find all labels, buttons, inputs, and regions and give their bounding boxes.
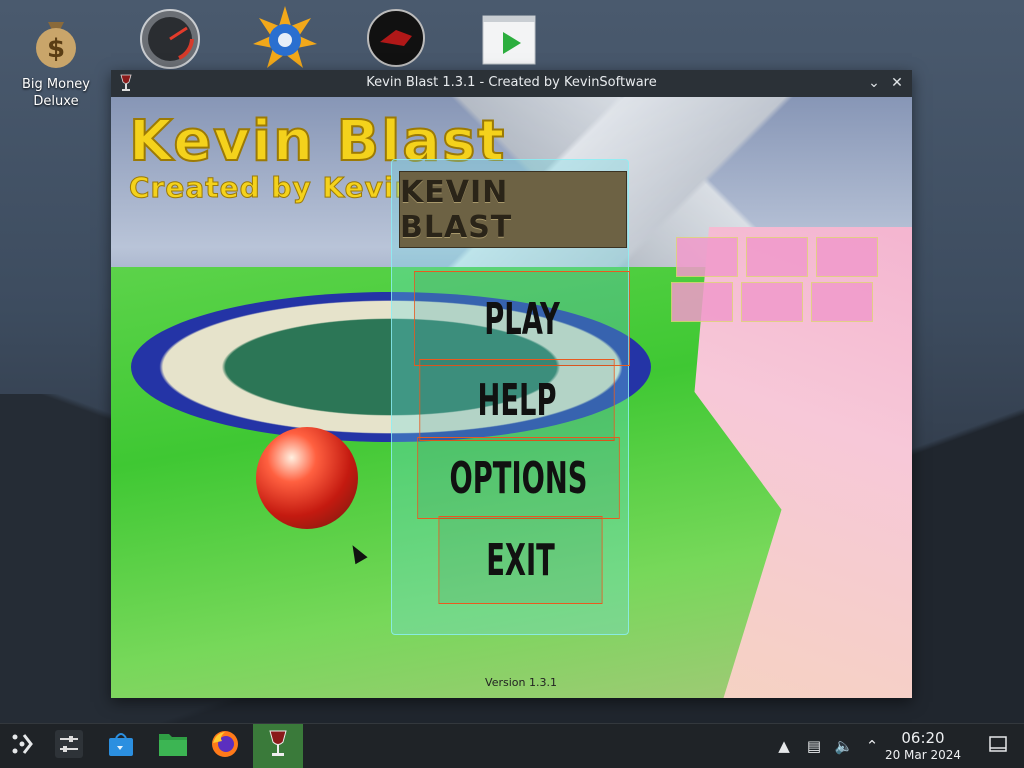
exit-label: EXIT: [486, 534, 555, 586]
desktop-icon-red-vehicle[interactable]: [351, 8, 441, 68]
close-icon: ✕: [891, 75, 903, 91]
clipboard-tray-button[interactable]: ▤: [804, 736, 824, 756]
taskbar-kevin-blast[interactable]: [253, 724, 303, 768]
volume-tray-button[interactable]: 🔈: [834, 736, 854, 756]
menu-title-banner: KEVIN BLAST: [399, 171, 627, 248]
file-manager-icon: [158, 730, 188, 762]
taskbar-software-store[interactable]: [103, 728, 139, 764]
pink-tile: [816, 237, 878, 277]
minimize-button[interactable]: ⌄: [864, 73, 884, 93]
app-launcher-button[interactable]: [4, 728, 40, 764]
wine-glass-icon: [267, 729, 289, 763]
clock-time: 06:20: [901, 729, 945, 747]
app-launcher-icon: [9, 731, 35, 761]
show-desktop-icon: [989, 736, 1007, 756]
pink-tile: [671, 282, 733, 322]
player-ball: [256, 427, 358, 529]
show-desktop-button[interactable]: [988, 736, 1008, 756]
svg-text:$: $: [47, 34, 65, 64]
taskbar-firefox[interactable]: [207, 728, 243, 764]
play-button[interactable]: PLAY: [414, 271, 630, 366]
clock[interactable]: 06:20 20 Mar 2024: [878, 729, 968, 763]
money-bag-icon: $: [26, 12, 86, 72]
desktop-icon-label: Big Money Deluxe: [21, 77, 90, 109]
help-button[interactable]: HELP: [419, 359, 615, 441]
update-arrow-icon: ▲: [778, 737, 790, 755]
taskbar: ▲ ▤ 🔈 ⌃ 06:20 20 Mar 2024: [0, 723, 1024, 768]
options-button[interactable]: OPTIONS: [417, 437, 620, 519]
pink-tile: [676, 237, 738, 277]
version-label: Version 1.3.1: [485, 676, 557, 689]
desktop-icon-big-money-deluxe[interactable]: $ Big Money Deluxe: [11, 12, 101, 110]
speaker-muted-icon: 🔈: [834, 737, 854, 755]
play-label: PLAY: [484, 293, 560, 344]
taskbar-file-manager[interactable]: [155, 728, 191, 764]
exit-button[interactable]: EXIT: [438, 516, 603, 604]
window-title: Kevin Blast 1.3.1 - Created by KevinSoft…: [366, 75, 657, 90]
updates-tray-button[interactable]: ▲: [774, 736, 794, 756]
taskbar-system-settings[interactable]: [51, 728, 87, 764]
speedometer-icon: [139, 8, 200, 69]
game-window: Kevin Blast 1.3.1 - Created by KevinSoft…: [111, 70, 912, 698]
game-viewport[interactable]: Kevin Blast Created by Kevin KEVIN BLAST…: [111, 97, 912, 698]
close-button[interactable]: ✕: [887, 73, 907, 93]
settings-sliders-icon: [54, 729, 84, 763]
pink-tile: [811, 282, 873, 322]
options-label: OPTIONS: [449, 452, 588, 504]
desktop-icon-speedometer[interactable]: [124, 8, 214, 69]
pink-tile: [746, 237, 808, 277]
chevron-down-icon: ⌄: [868, 75, 880, 91]
red-vehicle-icon: [366, 8, 426, 68]
firefox-icon: [210, 729, 240, 763]
window-titlebar[interactable]: Kevin Blast 1.3.1 - Created by KevinSoft…: [111, 70, 912, 97]
desktop-icon-sun-game[interactable]: [238, 6, 328, 68]
sun-game-icon: [253, 6, 317, 68]
desktop-icon-video-player[interactable]: [464, 12, 554, 72]
clock-date: 20 Mar 2024: [884, 748, 962, 762]
chevron-up-icon: ⌃: [865, 737, 879, 755]
clipboard-icon: ▤: [806, 737, 822, 755]
pink-tile: [741, 282, 803, 322]
video-player-icon: [479, 12, 539, 72]
software-store-icon: [107, 730, 135, 762]
help-label: HELP: [477, 374, 557, 426]
